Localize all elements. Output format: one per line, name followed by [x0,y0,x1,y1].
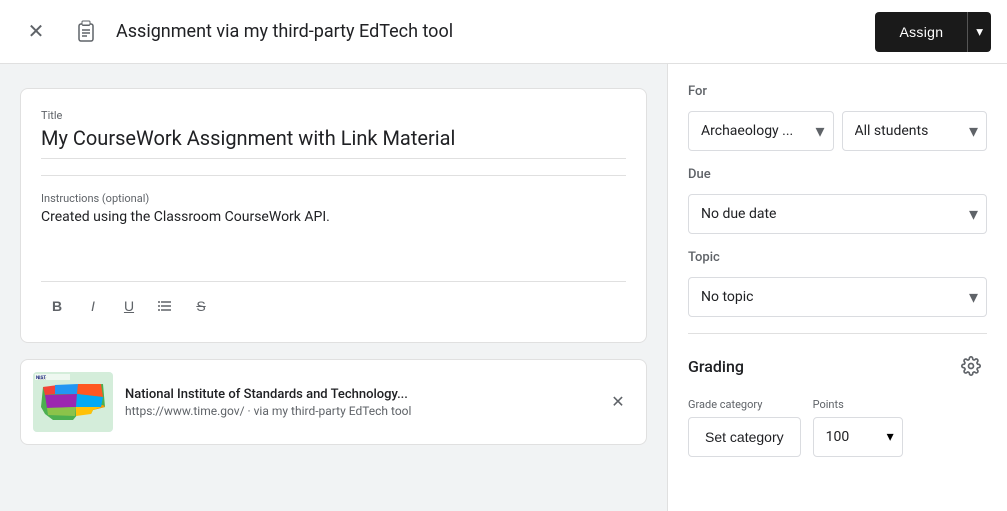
points-col: Points 100 ▾ [813,398,903,457]
due-dropdown-icon: ▾ [969,204,978,225]
grade-category-label: Grade category [688,398,801,411]
attachment-thumbnail: NIST NIST [33,372,113,432]
right-divider [688,333,987,334]
title-label: Title [41,109,626,122]
topic-select-value: No topic [701,289,965,305]
attachment-card: NIST NIST National Institute of Standard… [20,359,647,445]
grade-category-col: Grade category Set category [688,398,801,457]
points-dropdown-icon: ▾ [887,429,894,445]
map-thumbnail-svg: NIST NIST [33,372,113,432]
for-label: For [688,84,987,99]
due-label: Due [688,167,987,182]
bold-button[interactable]: B [41,290,73,322]
topic-select[interactable]: No topic ▾ [688,277,987,317]
title-input[interactable] [41,126,626,159]
due-select-value: No due date [701,206,965,222]
italic-button[interactable]: I [77,290,109,322]
list-icon [156,297,174,315]
underline-button[interactable]: U [113,290,145,322]
title-group: Title [41,109,626,159]
underline-icon: U [124,298,134,314]
main-content: Title Instructions (optional) Created us… [0,64,1007,511]
list-button[interactable] [149,290,181,322]
students-select[interactable]: All students ▾ [842,111,988,151]
topic-dropdown-icon: ▾ [969,287,978,308]
divider-1 [41,175,626,176]
bold-icon: B [52,298,62,314]
points-value: 100 [826,429,887,445]
svg-text:NIST: NIST [36,375,46,381]
left-panel: Title Instructions (optional) Created us… [0,64,667,511]
class-dropdown-icon: ▾ [815,121,824,142]
instructions-label: Instructions (optional) [41,192,626,205]
class-select-value: Archaeology ... [701,123,811,139]
topic-label: Topic [688,250,987,265]
clipboard-icon [68,14,104,50]
grading-settings-button[interactable] [955,350,987,382]
right-panel: For Archaeology ... ▾ All students ▾ Due… [667,64,1007,511]
students-select-value: All students [855,123,965,139]
gear-icon [961,356,981,376]
grading-title: Grading [688,357,744,376]
students-dropdown-icon: ▾ [969,121,978,142]
close-button[interactable]: ✕ [16,12,56,52]
instructions-group: Instructions (optional) Created using th… [41,192,626,269]
assign-button[interactable]: Assign [875,12,967,52]
top-bar: ✕ Assignment via my third-party EdTech t… [0,0,1007,64]
attachment-info: National Institute of Standards and Tech… [125,387,590,418]
grading-header: Grading [688,350,987,382]
class-select[interactable]: Archaeology ... ▾ [688,111,834,151]
attachment-remove-button[interactable]: ✕ [602,386,634,418]
format-toolbar: B I U [41,281,626,322]
for-select-row: Archaeology ... ▾ All students ▾ [688,111,987,151]
chevron-down-icon: ▾ [976,24,983,40]
set-category-button[interactable]: Set category [688,417,801,457]
due-select[interactable]: No due date ▾ [688,194,987,234]
attachment-url: https://www.time.gov/ · via my third-par… [125,404,590,418]
italic-icon: I [91,298,95,314]
strikethrough-button[interactable]: S [185,290,217,322]
page-title: Assignment via my third-party EdTech too… [116,21,863,42]
points-select[interactable]: 100 ▾ [813,417,903,457]
assign-dropdown-button[interactable]: ▾ [967,12,991,52]
close-icon: ✕ [28,19,45,44]
strikethrough-icon: S [196,298,205,314]
grading-row: Grade category Set category Points 100 ▾ [688,398,987,457]
points-label: Points [813,398,903,411]
attachment-title: National Institute of Standards and Tech… [125,387,590,402]
instructions-input[interactable]: Created using the Classroom CourseWork A… [41,209,626,269]
remove-icon: ✕ [611,392,624,412]
assign-group: Assign ▾ [875,12,991,52]
assignment-card: Title Instructions (optional) Created us… [20,88,647,343]
